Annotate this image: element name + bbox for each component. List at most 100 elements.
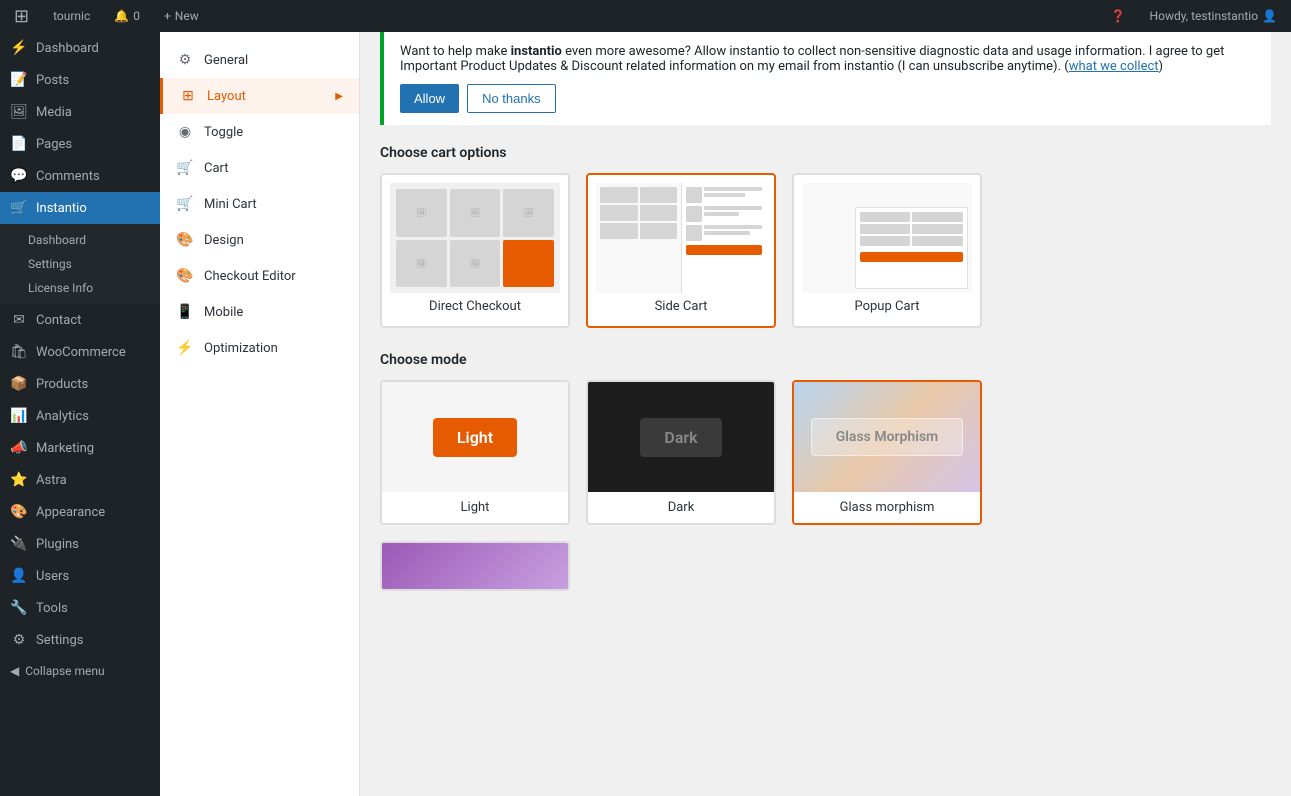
sidebar-label-appearance: Appearance — [36, 505, 105, 520]
sub-nav: ⚙ General ⊞ Layout ▶ ◉ Toggle 🛒 Cart 🛒 M… — [160, 32, 360, 796]
admin-bar-left: ⊞ tournic 🔔 0 + New — [8, 0, 205, 32]
mode-card-light[interactable]: Light Light — [380, 380, 570, 525]
sub-nav-optimization[interactable]: ⚡ Optimization — [160, 330, 359, 366]
sidebar-label-tools: Tools — [36, 601, 68, 616]
sidebar-item-posts[interactable]: 📝 Posts — [0, 64, 160, 96]
purple-mode-preview[interactable] — [380, 541, 570, 591]
sidebar-item-appearance[interactable]: 🎨 Appearance — [0, 496, 160, 528]
light-mode-label: Light — [382, 492, 568, 523]
glass-mode-btn-label: Glass Morphism — [811, 418, 963, 456]
popup-cart-label: Popup Cart — [802, 299, 972, 318]
sidebar-item-woocommerce[interactable]: 🛍 WooCommerce — [0, 336, 160, 368]
sidebar: ⚡ Dashboard 📝 Posts 🖼 Media 📄 Pages 💬 Co… — [0, 32, 160, 796]
sub-nav-mini-cart[interactable]: 🛒 Mini Cart — [160, 186, 359, 222]
mode-card-glass-morphism[interactable]: Glass Morphism Glass morphism — [792, 380, 982, 525]
sub-nav-layout[interactable]: ⊞ Layout ▶ — [160, 78, 359, 114]
sidebar-item-settings[interactable]: ⚙ Settings — [0, 624, 160, 656]
sidebar-item-marketing[interactable]: 📣 Marketing — [0, 432, 160, 464]
checkout-editor-icon: 🎨 — [176, 268, 194, 284]
sidebar-item-products[interactable]: 📦 Products — [0, 368, 160, 400]
light-mode-btn-label: Light — [433, 418, 517, 457]
grid-cell-4: 🖼 — [396, 240, 447, 288]
general-icon: ⚙ — [176, 52, 194, 68]
instantio-sub-dashboard[interactable]: Dashboard — [0, 228, 160, 252]
media-icon: 🖼 — [10, 104, 28, 120]
sub-nav-label-general: General — [204, 53, 248, 68]
sub-nav-general[interactable]: ⚙ General — [160, 42, 359, 78]
site-name-item[interactable]: tournic — [47, 0, 96, 32]
sidebar-item-tools[interactable]: 🔧 Tools — [0, 592, 160, 624]
sidebar-item-contact[interactable]: ✉ Contact — [0, 304, 160, 336]
what-we-collect-link[interactable]: what we collect — [1069, 59, 1159, 74]
sidebar-label-analytics: Analytics — [36, 409, 89, 424]
help-item[interactable]: ❓ — [1105, 0, 1132, 32]
sub-nav-cart[interactable]: 🛒 Cart — [160, 150, 359, 186]
instantio-sub-license[interactable]: License Info — [0, 276, 160, 300]
sub-nav-label-checkout-editor: Checkout Editor — [204, 269, 296, 284]
sidebar-label-plugins: Plugins — [36, 537, 79, 552]
plus-icon: + — [164, 9, 171, 23]
design-icon: 🎨 — [176, 232, 194, 248]
cart-option-popup-cart[interactable]: Popup Cart — [792, 173, 982, 328]
sidebar-label-pages: Pages — [36, 137, 72, 152]
instantio-submenu: Dashboard Settings License Info — [0, 224, 160, 304]
toggle-icon: ◉ — [176, 124, 194, 140]
sidebar-label-contact: Contact — [36, 313, 81, 328]
mode-options-grid: Light Light Dark Dark Glass Morphism — [380, 380, 1271, 525]
plugins-icon: 🔌 — [10, 536, 28, 552]
sidebar-item-pages[interactable]: 📄 Pages — [0, 128, 160, 160]
sub-nav-checkout-editor[interactable]: 🎨 Checkout Editor — [160, 258, 359, 294]
popup-cart-preview — [802, 183, 972, 293]
glass-mode-preview: Glass Morphism — [794, 382, 980, 492]
sidebar-label-posts: Posts — [36, 73, 69, 88]
allow-button[interactable]: Allow — [400, 84, 459, 113]
notice-text-after: ) — [1159, 59, 1164, 74]
sub-nav-label-toggle: Toggle — [204, 125, 243, 140]
notif-item[interactable]: 🔔 0 — [108, 0, 146, 32]
contact-icon: ✉ — [10, 312, 28, 328]
cart-option-side-cart[interactable]: Side Cart — [586, 173, 776, 328]
cart-icon: 🛒 — [176, 160, 194, 176]
sidebar-item-instantio[interactable]: 🛒 Instantio — [0, 192, 160, 224]
astra-icon: ⭐ — [10, 472, 28, 488]
glass-mode-label: Glass morphism — [794, 492, 980, 523]
mode-card-dark[interactable]: Dark Dark — [586, 380, 776, 525]
sidebar-item-astra[interactable]: ⭐ Astra — [0, 464, 160, 496]
optimization-icon: ⚡ — [176, 340, 194, 356]
popup-cta — [860, 252, 963, 262]
side-cart-label: Side Cart — [596, 299, 766, 318]
products-icon: 📦 — [10, 376, 28, 392]
sub-nav-label-design: Design — [204, 233, 244, 248]
sidebar-label-dashboard: Dashboard — [36, 41, 99, 56]
sub-nav-label-optimization: Optimization — [204, 341, 278, 356]
sidebar-label-instantio: Instantio — [36, 201, 87, 216]
mobile-icon: 📱 — [176, 304, 194, 320]
sub-nav-design[interactable]: 🎨 Design — [160, 222, 359, 258]
side-cart-main-area — [596, 183, 681, 293]
tools-icon: 🔧 — [10, 600, 28, 616]
instantio-sub-settings[interactable]: Settings — [0, 252, 160, 276]
sidebar-item-comments[interactable]: 💬 Comments — [0, 160, 160, 192]
no-thanks-button[interactable]: No thanks — [467, 84, 556, 113]
users-icon: 👤 — [10, 568, 28, 584]
sidebar-item-plugins[interactable]: 🔌 Plugins — [0, 528, 160, 560]
direct-checkout-label: Direct Checkout — [390, 299, 560, 318]
collapse-menu[interactable]: ◀ Collapse menu — [0, 656, 160, 686]
howdy-item[interactable]: Howdy, testinstantio 👤 — [1144, 0, 1283, 32]
sidebar-item-media[interactable]: 🖼 Media — [0, 96, 160, 128]
wp-logo-item[interactable]: ⊞ — [8, 0, 35, 32]
sidebar-item-dashboard[interactable]: ⚡ Dashboard — [0, 32, 160, 64]
sidebar-item-users[interactable]: 👤 Users — [0, 560, 160, 592]
layout-icon: ⊞ — [179, 88, 197, 104]
wp-icon: ⊞ — [14, 6, 29, 27]
light-mode-preview: Light — [382, 382, 568, 492]
mode-options-title: Choose mode — [380, 352, 1271, 368]
sub-nav-label-layout: Layout — [207, 89, 246, 104]
dark-mode-btn-label: Dark — [640, 418, 721, 457]
cart-option-direct-checkout[interactable]: 🖼 🖼 🖼 🖼 🖼 Direct Checkout — [380, 173, 570, 328]
new-item[interactable]: + New — [158, 0, 205, 32]
sidebar-item-analytics[interactable]: 📊 Analytics — [0, 400, 160, 432]
sub-nav-mobile[interactable]: 📱 Mobile — [160, 294, 359, 330]
sub-nav-toggle[interactable]: ◉ Toggle — [160, 114, 359, 150]
sub-nav-label-mini-cart: Mini Cart — [204, 197, 257, 212]
